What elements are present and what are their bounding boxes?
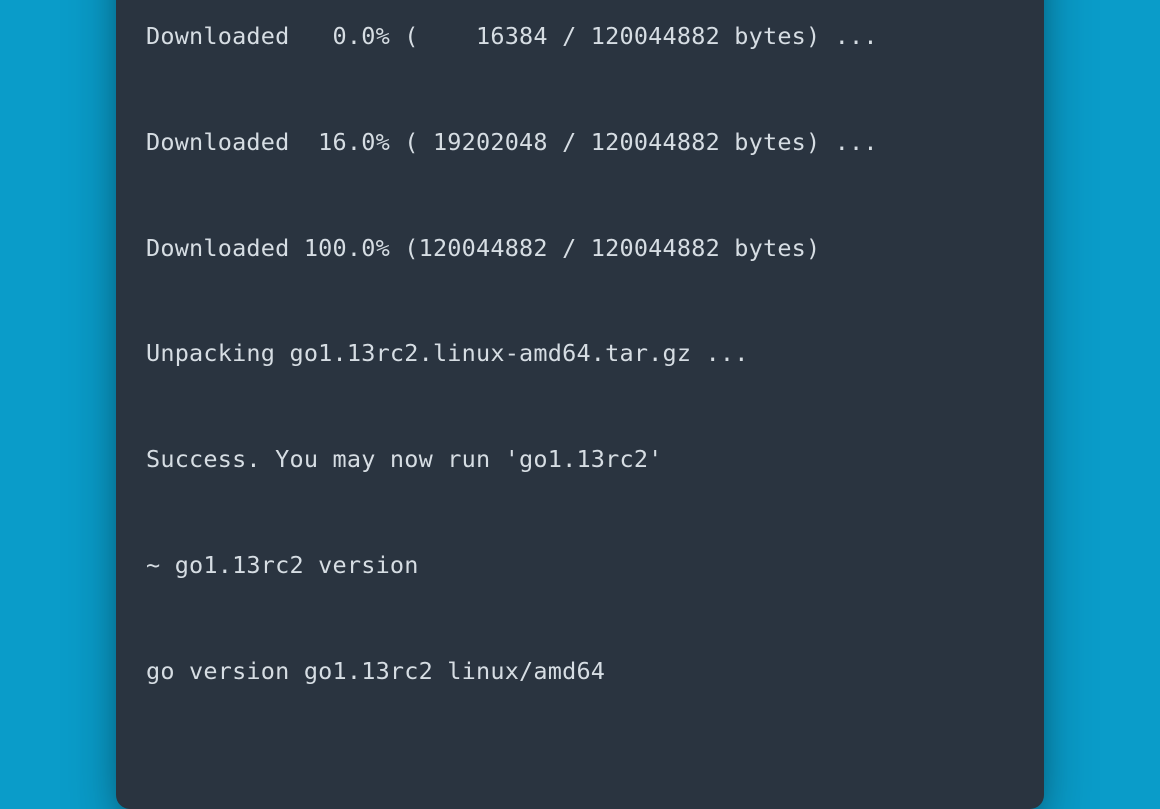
terminal-window: ~ go1.13rc2 download Downloaded 0.0% ( 1…	[116, 0, 1044, 809]
terminal-line: Downloaded 16.0% ( 19202048 / 120044882 …	[146, 125, 1014, 160]
terminal-line: go version go1.13rc2 linux/amd64	[146, 654, 1014, 689]
terminal-output: ~ go1.13rc2 download Downloaded 0.0% ( 1…	[146, 0, 1014, 759]
terminal-line: Downloaded 0.0% ( 16384 / 120044882 byte…	[146, 19, 1014, 54]
terminal-line: Downloaded 100.0% (120044882 / 120044882…	[146, 231, 1014, 266]
terminal-line: Success. You may now run 'go1.13rc2'	[146, 442, 1014, 477]
terminal-line: ~ go1.13rc2 version	[146, 548, 1014, 583]
terminal-line: Unpacking go1.13rc2.linux-amd64.tar.gz .…	[146, 336, 1014, 371]
